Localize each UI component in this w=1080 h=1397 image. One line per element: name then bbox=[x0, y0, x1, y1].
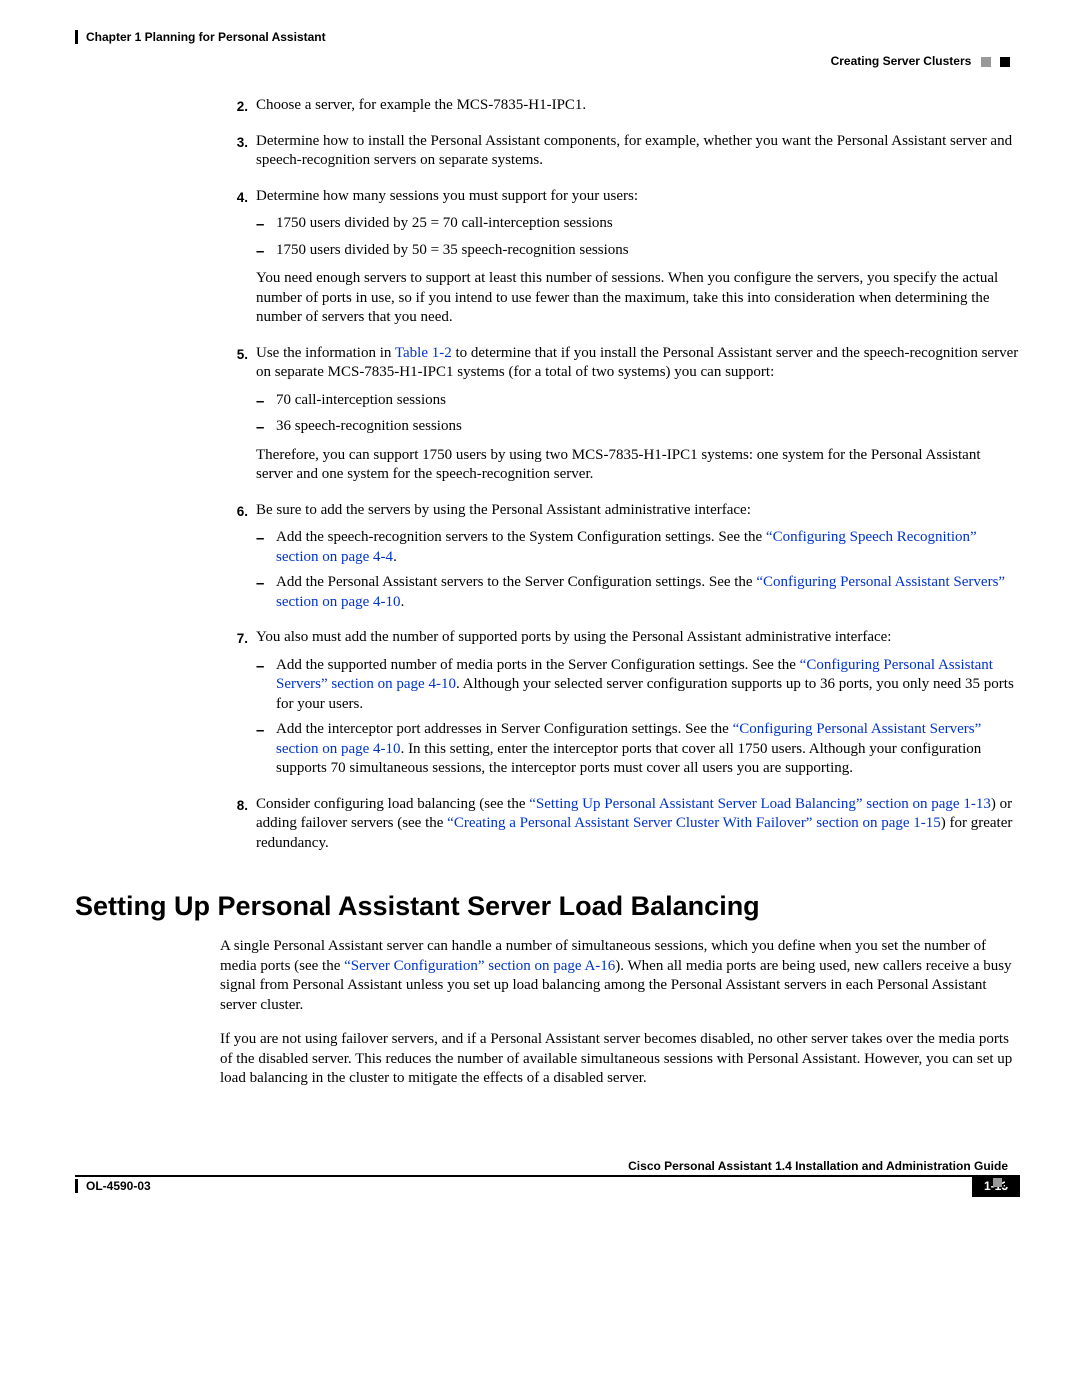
step-number: 6. bbox=[220, 501, 256, 621]
sub-step: Add the interceptor port addresses in Se… bbox=[276, 720, 1020, 779]
footer-doc-id: OL-4590-03 bbox=[75, 1179, 151, 1193]
step-number: 3. bbox=[220, 132, 256, 179]
step-5: 5. Use the information in Table 1-2 to d… bbox=[220, 344, 1020, 493]
step-after: Therefore, you can support 1750 users by… bbox=[256, 446, 1020, 485]
dash-icon: – bbox=[256, 214, 276, 235]
dash-icon: – bbox=[256, 573, 276, 612]
step-intro: Be sure to add the servers by using the … bbox=[256, 501, 1020, 521]
footer-guide-title: Cisco Personal Assistant 1.4 Installatio… bbox=[75, 1159, 1020, 1173]
step-text: Choose a server, for example the MCS-783… bbox=[256, 96, 1020, 116]
table-link[interactable]: Table 1-2 bbox=[395, 345, 452, 361]
step-6: 6. Be sure to add the servers by using t… bbox=[220, 501, 1020, 621]
step-8: 8. Consider configuring load balancing (… bbox=[220, 795, 1020, 862]
sub-step: 70 call-interception sessions bbox=[276, 391, 1020, 412]
step-list: 2. Choose a server, for example the MCS-… bbox=[220, 96, 1020, 861]
step-3: 3. Determine how to install the Personal… bbox=[220, 132, 1020, 179]
step-intro: Determine how many sessions you must sup… bbox=[256, 187, 1020, 207]
header-decoration-icon bbox=[1000, 57, 1010, 67]
dash-icon: – bbox=[256, 417, 276, 438]
body-paragraph: If you are not using failover servers, a… bbox=[220, 1030, 1020, 1089]
cross-ref-link[interactable]: “Creating a Personal Assistant Server Cl… bbox=[447, 815, 941, 831]
page-header: Chapter 1 Planning for Personal Assistan… bbox=[75, 30, 1020, 68]
sub-step: Add the speech-recognition servers to th… bbox=[276, 528, 1020, 567]
body-paragraph: A single Personal Assistant server can h… bbox=[220, 937, 1020, 1015]
step-number: 2. bbox=[220, 96, 256, 124]
step-4: 4. Determine how many sessions you must … bbox=[220, 187, 1020, 336]
footer-decoration-icon bbox=[990, 1174, 1014, 1191]
cross-ref-link[interactable]: “Setting Up Personal Assistant Server Lo… bbox=[529, 796, 991, 812]
chapter-label: Chapter 1 Planning for Personal Assistan… bbox=[86, 30, 326, 44]
step-text: Consider configuring load balancing (see… bbox=[256, 795, 1020, 854]
dash-icon: – bbox=[256, 720, 276, 779]
step-after: You need enough servers to support at le… bbox=[256, 269, 1020, 328]
step-7: 7. You also must add the number of suppo… bbox=[220, 628, 1020, 787]
header-decoration-icon bbox=[981, 57, 991, 67]
sub-step: 1750 users divided by 25 = 70 call-inter… bbox=[276, 214, 1020, 235]
dash-icon: – bbox=[256, 528, 276, 567]
step-number: 7. bbox=[220, 628, 256, 787]
section-header: Creating Server Clusters bbox=[75, 54, 1020, 68]
sub-step: 36 speech-recognition sessions bbox=[276, 417, 1020, 438]
sub-step: Add the supported number of media ports … bbox=[276, 656, 1020, 715]
chapter-header: Chapter 1 Planning for Personal Assistan… bbox=[75, 30, 1020, 44]
step-intro: You also must add the number of supporte… bbox=[256, 628, 1020, 648]
step-2: 2. Choose a server, for example the MCS-… bbox=[220, 96, 1020, 124]
section-label: Creating Server Clusters bbox=[831, 54, 972, 68]
dash-icon: – bbox=[256, 391, 276, 412]
step-number: 8. bbox=[220, 795, 256, 862]
step-number: 5. bbox=[220, 344, 256, 493]
cross-ref-link[interactable]: “Server Configuration” section on page A… bbox=[344, 958, 615, 974]
step-text: Determine how to install the Personal As… bbox=[256, 132, 1020, 171]
dash-icon: – bbox=[256, 656, 276, 715]
sub-step: 1750 users divided by 50 = 35 speech-rec… bbox=[276, 241, 1020, 262]
sub-step: Add the Personal Assistant servers to th… bbox=[276, 573, 1020, 612]
step-number: 4. bbox=[220, 187, 256, 336]
section-heading: Setting Up Personal Assistant Server Loa… bbox=[75, 891, 1020, 922]
dash-icon: – bbox=[256, 241, 276, 262]
step-intro: Use the information in Table 1-2 to dete… bbox=[256, 344, 1020, 383]
page-footer: Cisco Personal Assistant 1.4 Installatio… bbox=[75, 1159, 1020, 1209]
